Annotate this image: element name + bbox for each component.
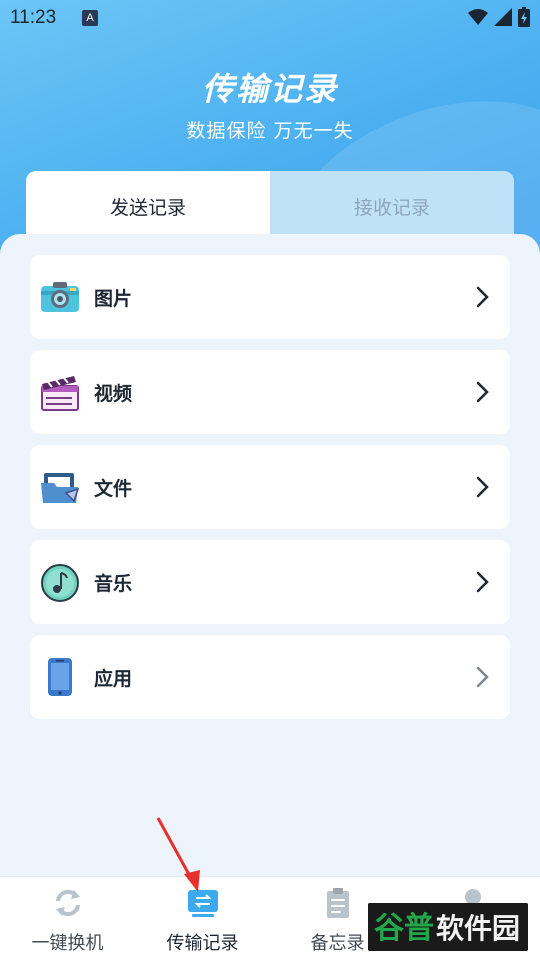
- nav-label: 一键换机: [31, 933, 104, 954]
- annotation-arrow: [156, 817, 200, 892]
- list-item-videos[interactable]: 视频: [30, 350, 510, 434]
- signal-icon: [494, 8, 512, 26]
- phone-icon: [48, 658, 72, 696]
- tab-label: 发送记录: [109, 196, 186, 219]
- status-bar: 11:23 A: [0, 0, 540, 38]
- item-label: 文件: [94, 477, 133, 500]
- list-item-apps[interactable]: 应用: [30, 635, 510, 719]
- item-label: 应用: [94, 667, 133, 690]
- status-icons: [468, 7, 530, 27]
- clipboard-icon: [326, 888, 349, 918]
- battery-icon: [518, 7, 530, 27]
- item-label: 图片: [94, 287, 133, 310]
- clapperboard-icon: [41, 376, 79, 411]
- tab-send-records[interactable]: 发送记录: [26, 171, 270, 241]
- item-label: 音乐: [94, 572, 133, 595]
- item-label: 视频: [94, 382, 133, 405]
- list-item-music[interactable]: 音乐: [30, 540, 510, 624]
- chevron-right-icon: [476, 381, 489, 403]
- page-title: 传输记录: [201, 70, 338, 108]
- record-tabs: 发送记录 接收记录: [26, 171, 514, 241]
- chevron-right-icon: [476, 666, 489, 688]
- tab-receive-records[interactable]: 接收记录: [270, 171, 514, 241]
- nav-item-switch-phone[interactable]: 一键换机: [0, 877, 135, 960]
- watermark-logo: 谷普 软件园: [368, 903, 528, 951]
- status-time: 11:23: [10, 7, 57, 28]
- chevron-right-icon: [476, 286, 489, 308]
- chevron-right-icon: [476, 476, 489, 498]
- tab-label: 接收记录: [353, 196, 430, 219]
- chevron-right-icon: [476, 571, 489, 593]
- swap-icon: [55, 889, 80, 917]
- nav-label: 传输记录: [166, 933, 239, 954]
- folder-icon: [41, 473, 80, 503]
- notification-icon: A: [82, 10, 98, 26]
- page-subtitle: 数据保险 万无一失: [186, 120, 354, 142]
- svg-text:谷普: 谷普: [374, 911, 434, 946]
- list-item-files[interactable]: 文件: [30, 445, 510, 529]
- camera-icon: [41, 282, 79, 312]
- wifi-icon: [468, 9, 488, 25]
- music-note-icon: [41, 564, 79, 602]
- list-item-pictures[interactable]: 图片: [30, 255, 510, 339]
- svg-text:软件园: 软件园: [436, 912, 520, 945]
